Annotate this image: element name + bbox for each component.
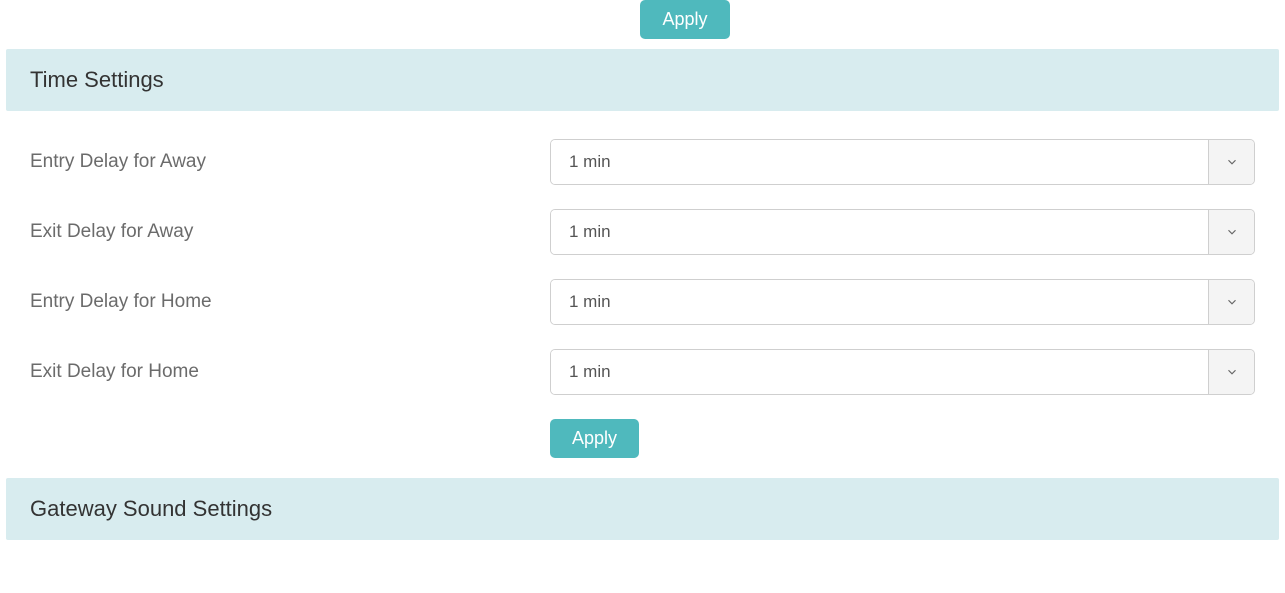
exit-delay-home-row: Exit Delay for Home 1 min <box>30 349 1255 395</box>
entry-delay-home-row: Entry Delay for Home 1 min <box>30 279 1255 325</box>
entry-delay-away-select[interactable]: 1 min <box>550 139 1255 185</box>
entry-delay-away-label: Entry Delay for Away <box>30 151 550 173</box>
chevron-down-icon[interactable] <box>1208 350 1254 394</box>
top-apply-row: Apply <box>91 0 1279 49</box>
chevron-down-icon[interactable] <box>1208 140 1254 184</box>
entry-delay-home-label: Entry Delay for Home <box>30 291 550 313</box>
entry-delay-home-select[interactable]: 1 min <box>550 279 1255 325</box>
exit-delay-away-label: Exit Delay for Away <box>30 221 550 243</box>
exit-delay-away-row: Exit Delay for Away 1 min <box>30 209 1255 255</box>
exit-delay-away-value[interactable]: 1 min <box>551 210 1208 254</box>
settings-page: Apply Time Settings Entry Delay for Away… <box>0 0 1285 540</box>
time-settings-header: Time Settings <box>6 49 1279 111</box>
gateway-sound-header: Gateway Sound Settings <box>6 478 1279 540</box>
apply-button-top[interactable]: Apply <box>640 0 729 39</box>
entry-delay-away-row: Entry Delay for Away 1 min <box>30 139 1255 185</box>
exit-delay-home-label: Exit Delay for Home <box>30 361 550 383</box>
exit-delay-home-select[interactable]: 1 min <box>550 349 1255 395</box>
entry-delay-away-value[interactable]: 1 min <box>551 140 1208 184</box>
time-settings-apply-row: Apply <box>30 419 1255 458</box>
chevron-down-icon[interactable] <box>1208 210 1254 254</box>
entry-delay-home-value[interactable]: 1 min <box>551 280 1208 324</box>
exit-delay-away-select[interactable]: 1 min <box>550 209 1255 255</box>
exit-delay-home-value[interactable]: 1 min <box>551 350 1208 394</box>
apply-button-time-settings[interactable]: Apply <box>550 419 639 458</box>
time-settings-body: Entry Delay for Away 1 min Exit Delay fo… <box>6 111 1279 478</box>
chevron-down-icon[interactable] <box>1208 280 1254 324</box>
